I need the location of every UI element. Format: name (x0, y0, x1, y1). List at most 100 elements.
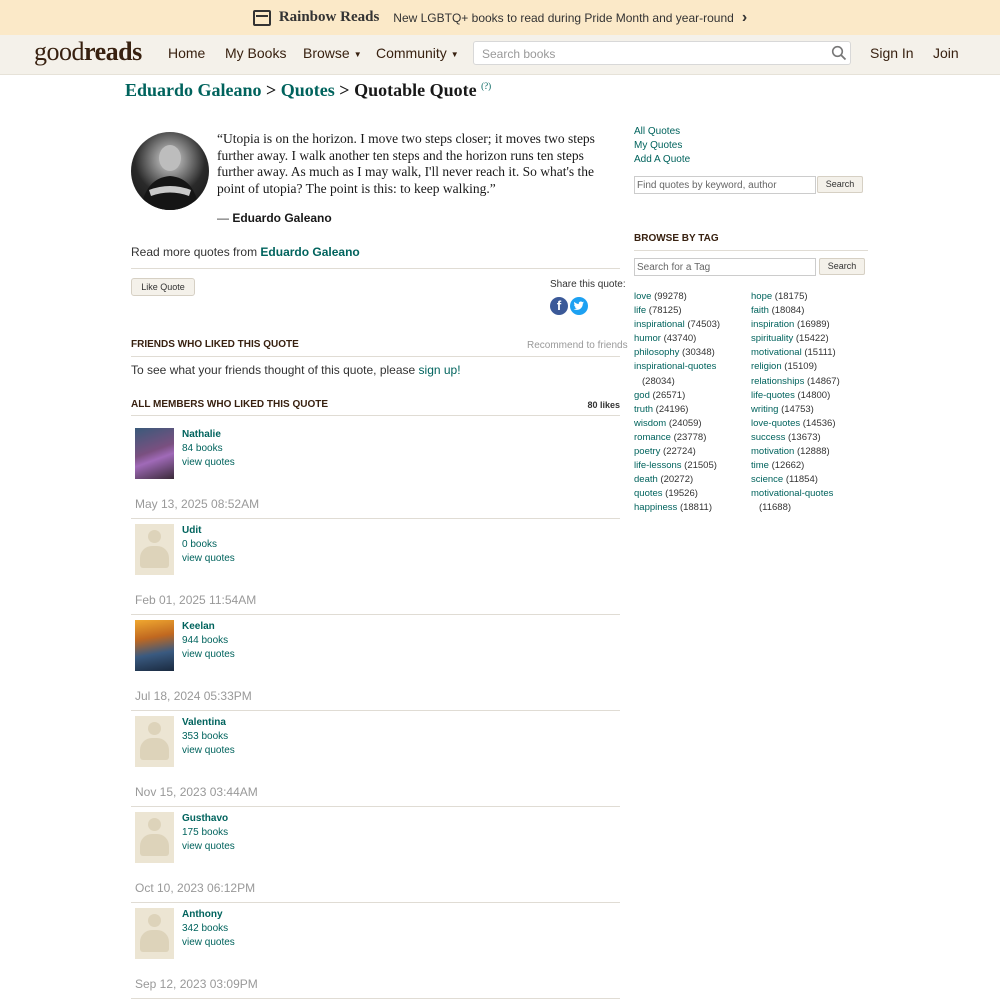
tag-search-button[interactable]: Search (819, 258, 865, 275)
tag-link[interactable]: death (634, 474, 658, 485)
tag-link[interactable]: faith (751, 305, 769, 316)
quote-search-button[interactable]: Search (817, 176, 863, 193)
member-row: Anthony 342 books view quotes Sep 12, 20… (131, 908, 620, 1004)
divider (131, 710, 620, 711)
add-quote-link[interactable]: Add A Quote (634, 153, 690, 167)
member-view-quotes[interactable]: view quotes (182, 745, 235, 756)
member-books[interactable]: 84 books (182, 443, 223, 454)
breadcrumb-author[interactable]: Eduardo Galeano (125, 80, 262, 100)
tag-link[interactable]: happiness (634, 502, 677, 513)
member-name[interactable]: Udit (182, 525, 201, 536)
sign-up-link[interactable]: sign up! (419, 363, 461, 377)
member-name[interactable]: Anthony (182, 909, 223, 920)
book-search-input[interactable] (480, 43, 824, 65)
member-books[interactable]: 944 books (182, 635, 228, 646)
tag-item: faith (18084) (751, 304, 840, 318)
tag-link[interactable]: life (634, 305, 646, 316)
tag-link[interactable]: motivation (751, 446, 794, 457)
tag-link[interactable]: life-lessons (634, 460, 682, 471)
breadcrumb-quotes[interactable]: Quotes (281, 80, 335, 100)
tag-count: (18084) (768, 305, 805, 317)
tag-item: life-lessons (21505) (634, 459, 720, 473)
tag-count: (24059) (666, 417, 702, 429)
tag-count: (13673) (785, 431, 821, 443)
like-quote-button[interactable]: Like Quote (131, 278, 195, 296)
share-label: Share this quote: (550, 279, 626, 290)
tag-link[interactable]: success (751, 432, 785, 443)
rainbow-reads-banner[interactable]: Rainbow Reads New LGBTQ+ books to read d… (0, 0, 1000, 35)
tag-link[interactable]: life-quotes (751, 390, 795, 401)
tag-item: time (12662) (751, 459, 840, 473)
twitter-icon[interactable] (570, 297, 588, 315)
goodreads-logo[interactable]: goodreads (34, 37, 142, 67)
tag-link[interactable]: love (634, 291, 651, 302)
tag-link[interactable]: inspirational (634, 319, 685, 330)
member-name[interactable]: Nathalie (182, 429, 221, 440)
tag-link[interactable]: truth (634, 404, 653, 415)
quote-search-input[interactable] (634, 176, 816, 194)
tag-link[interactable]: poetry (634, 446, 660, 457)
tag-link[interactable]: humor (634, 333, 661, 344)
nav-community[interactable]: Community ▼ (376, 45, 459, 61)
nav-browse[interactable]: Browse ▼ (303, 45, 362, 61)
member-books[interactable]: 353 books (182, 731, 228, 742)
tag-link[interactable]: quotes (634, 488, 663, 499)
tag-item: motivational-quotes (751, 487, 840, 501)
tag-link[interactable]: relationships (751, 376, 804, 387)
join-link[interactable]: Join (933, 45, 959, 61)
tag-link[interactable]: writing (751, 404, 778, 415)
member-view-quotes[interactable]: view quotes (182, 841, 235, 852)
member-avatar[interactable] (135, 812, 174, 863)
member-view-quotes[interactable]: view quotes (182, 553, 235, 564)
tag-link[interactable]: god (634, 390, 650, 401)
tag-link[interactable]: inspirational-quotes (634, 361, 716, 372)
like-date: Nov 15, 2023 03:44AM (135, 785, 258, 799)
member-avatar[interactable] (135, 620, 174, 671)
member-name[interactable]: Gusthavo (182, 813, 228, 824)
tag-link[interactable]: wisdom (634, 418, 666, 429)
member-view-quotes[interactable]: view quotes (182, 649, 235, 660)
author-photo[interactable] (131, 132, 209, 210)
tag-link[interactable]: science (751, 474, 783, 485)
nav-my-books[interactable]: My Books (225, 45, 286, 61)
nav-home[interactable]: Home (168, 45, 205, 61)
tag-link[interactable]: inspiration (751, 319, 794, 330)
tag-link[interactable]: romance (634, 432, 671, 443)
member-avatar[interactable] (135, 524, 174, 575)
member-avatar[interactable] (135, 716, 174, 767)
member-books[interactable]: 0 books (182, 539, 217, 550)
facebook-icon[interactable]: f (550, 297, 568, 315)
chevron-right-icon: › (741, 8, 748, 26)
tag-link[interactable]: hope (751, 291, 772, 302)
member-avatar[interactable] (135, 428, 174, 479)
my-quotes-link[interactable]: My Quotes (634, 139, 690, 153)
tag-link[interactable]: religion (751, 361, 782, 372)
tag-count: (30348) (679, 347, 715, 359)
tag-link[interactable]: motivational-quotes (751, 488, 833, 499)
help-link[interactable]: (?) (481, 81, 491, 91)
sign-in-link[interactable]: Sign In (870, 45, 914, 61)
member-name[interactable]: Valentina (182, 717, 226, 728)
member-view-quotes[interactable]: view quotes (182, 457, 235, 468)
member-view-quotes[interactable]: view quotes (182, 937, 235, 948)
tag-item: success (13673) (751, 431, 840, 445)
all-quotes-link[interactable]: All Quotes (634, 125, 690, 139)
member-books[interactable]: 342 books (182, 923, 228, 934)
search-icon[interactable] (831, 45, 847, 61)
member-avatar[interactable] (135, 908, 174, 959)
tag-item: motivation (12888) (751, 445, 840, 459)
members-heading: All Members Who Liked This Quote (131, 399, 329, 410)
like-date: Oct 10, 2023 06:12PM (135, 881, 256, 895)
tag-count: (14536) (800, 417, 836, 429)
tag-link[interactable]: motivational (751, 347, 802, 358)
member-books[interactable]: 175 books (182, 827, 228, 838)
tag-search-input[interactable] (634, 258, 816, 276)
tag-item: relationships (14867) (751, 375, 840, 389)
tag-link[interactable]: time (751, 460, 769, 471)
tag-link[interactable]: philosophy (634, 347, 679, 358)
tag-link[interactable]: love-quotes (751, 418, 800, 429)
tag-link[interactable]: spirituality (751, 333, 793, 344)
member-name[interactable]: Keelan (182, 621, 215, 632)
read-more-author-link[interactable]: Eduardo Galeano (260, 245, 359, 259)
recommend-link[interactable]: Recommend to friends (527, 340, 628, 351)
